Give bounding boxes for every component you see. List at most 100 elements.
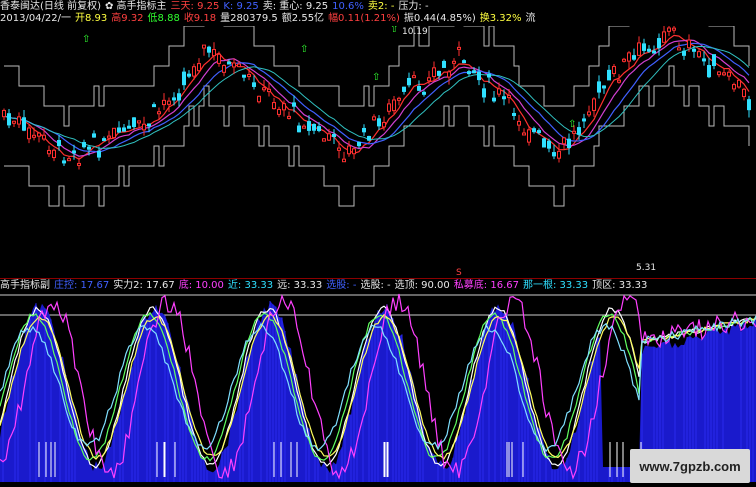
candle-body [107,135,111,139]
up-arrow-icon: ⇧ [372,72,380,83]
candle-body [257,95,261,103]
candle-body [117,127,121,133]
header-field: 私募底: 16.67 [453,280,519,291]
header-field: 额2.55亿 [281,13,325,24]
header-field: 高9.32 [111,13,144,24]
ohlc-info-bar: 2013/04/22/一 开8.93 高9.32 低8.88 收9.18 量280379.… [0,13,540,25]
header-field: 实力2: 17.67 [113,280,175,291]
candle-body [557,150,561,159]
candle-body [652,50,656,54]
candle-body [307,121,311,131]
candle-body [622,58,626,62]
candle-body [247,74,251,78]
candle-body [2,109,6,118]
candle-body [32,134,36,138]
candle-body [432,67,436,78]
candle-body [67,158,71,162]
candle-body [322,138,326,142]
candle-body [167,100,171,105]
header-field: 高手指标副 [0,280,50,291]
candle-body [747,99,751,111]
up-arrow-icon: ⇧ [568,119,576,130]
candle-body [587,111,591,116]
candle-body [57,139,61,147]
header-field: 收9.18 [183,13,217,24]
candle-body [217,53,221,64]
candle-body [212,49,216,57]
candle-body [47,149,51,155]
candle-body [137,120,141,124]
candle-body [62,160,66,164]
candle-body [327,133,331,141]
header-field: 低8.88 [147,13,180,24]
candle-body [537,130,541,134]
header-field: 开8.93 [75,13,108,24]
up-arrow-icon: ⇧ [300,44,308,55]
candle-body [222,65,226,73]
header-field: 卖2: - [367,1,395,12]
candle-body [737,79,741,88]
candle-body [237,63,241,68]
candle-body [242,74,246,78]
candle-body [532,128,536,133]
candle-body [202,44,206,49]
candle-body [417,86,421,91]
header-field: K: 9.25 [223,1,259,12]
candle-body [672,27,676,31]
candle-body [357,141,361,147]
header-field: 远: 33.33 [277,280,323,291]
candle-body [707,65,711,78]
candle-body [382,121,386,128]
candle-body [502,96,506,100]
candle-body [152,104,156,108]
candle-body [367,135,371,141]
candle-body [342,158,346,163]
candle-body [37,132,41,137]
candle-body [552,152,556,157]
candle-body [172,97,176,101]
candle-body [662,31,666,43]
panel-divider[interactable] [0,278,756,279]
candle-body [227,61,231,65]
candle-body [462,60,466,64]
header-field: 底: 10.00 [178,280,224,291]
candle-body [592,98,596,111]
candle-body [477,71,481,81]
header-field: 量280379.5 [220,13,278,24]
candle-body [492,97,496,102]
candle-body [487,73,491,78]
candle-body [607,69,611,81]
candle-body [642,43,646,51]
candle-body [397,97,401,101]
candle-body [187,73,191,77]
candle-body [692,48,696,52]
candle-body [687,39,691,49]
candle-body [142,123,146,131]
candle-body [92,133,96,138]
candlestick-chart[interactable]: ⇧ ⇧ ⇧ ⇧ ⇧ [0,26,756,276]
candle-body [717,71,721,76]
candle-body [542,138,546,148]
candle-body [377,118,381,127]
candle-body [452,60,456,64]
candle-body [297,125,301,133]
candle-body [727,71,731,77]
candle-body [362,127,366,133]
candle-body [402,86,406,92]
candle-body [697,51,701,58]
candle-body [572,130,576,134]
header-field: 那一根: 33.33 [522,280,589,291]
candle-body [182,71,186,86]
candle-body [102,138,106,142]
candle-body [317,126,321,132]
candle-body [517,120,521,126]
candle-body [97,150,101,158]
header-field: 庄控: 17.67 [54,280,110,291]
candle-body [602,85,606,89]
candle-body [7,113,11,126]
candle-body [647,48,651,52]
candle-body [302,125,306,129]
header-field: 压力: - [398,1,429,12]
header-field: 振0.44(4.85%) [403,13,476,24]
candle-body [667,27,671,32]
